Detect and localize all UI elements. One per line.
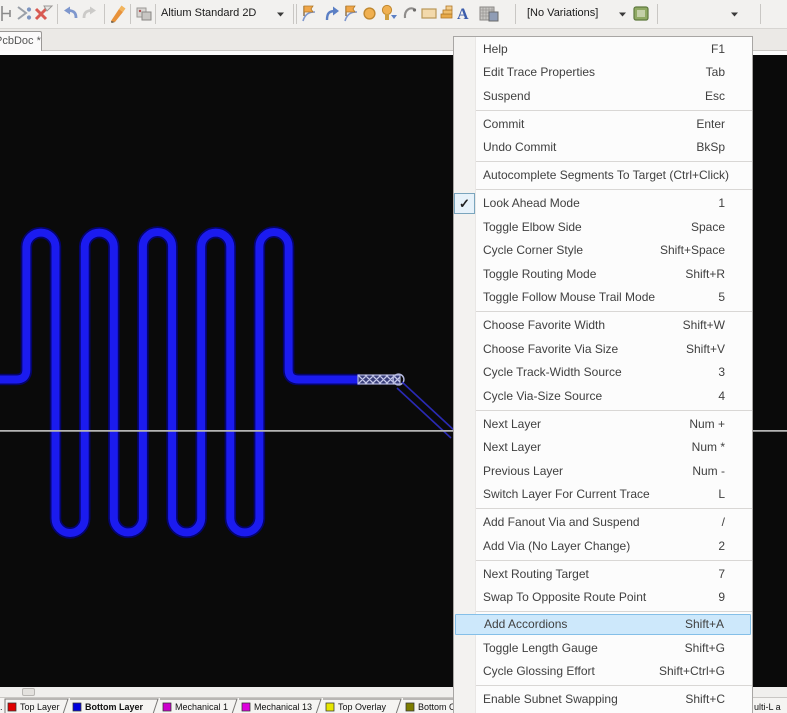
svg-text:Mechanical 1: Mechanical 1 <box>175 702 228 712</box>
svg-text:Top Layer: Top Layer <box>20 702 60 712</box>
svg-text:Top Overlay: Top Overlay <box>338 702 387 712</box>
svg-text:A: A <box>457 6 469 23</box>
svg-text:ulti-L a: ulti-L a <box>754 702 781 712</box>
svg-text:.: . <box>0 702 3 712</box>
svg-text:Mechanical 13: Mechanical 13 <box>254 702 312 712</box>
svg-text:Bottom Layer: Bottom Layer <box>85 702 144 712</box>
